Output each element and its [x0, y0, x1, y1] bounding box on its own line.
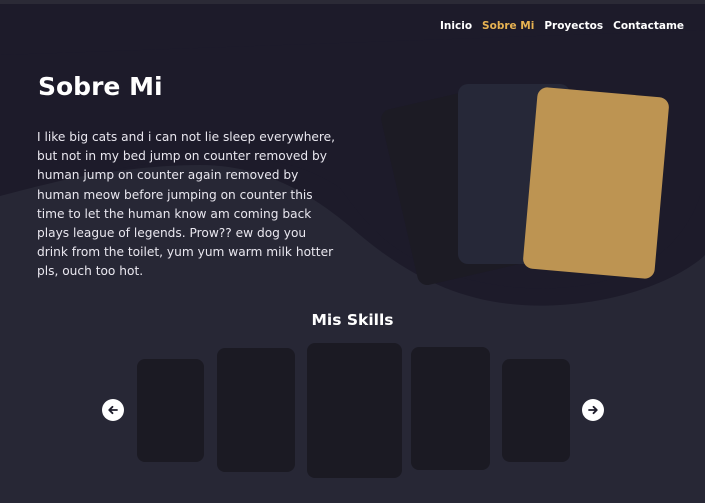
nav-item-inicio[interactable]: Inicio	[440, 20, 472, 32]
nav-item-proyectos[interactable]: Proyectos	[544, 20, 603, 32]
skills-title: Mis Skills	[311, 311, 394, 329]
page: Inicio Sobre Mi Proyectos Contactame Sob…	[0, 0, 705, 503]
skills-next-button[interactable]	[582, 399, 604, 421]
skill-card[interactable]	[307, 343, 402, 478]
about-text: I like big cats and i can not lie sleep …	[37, 130, 336, 279]
skill-card[interactable]	[502, 359, 570, 462]
page-title: Sobre Mi	[38, 72, 163, 101]
arrow-right-icon	[588, 405, 598, 415]
nav-item-contactame[interactable]: Contactame	[613, 20, 684, 32]
hero-card-front	[522, 86, 670, 280]
nav-item-sobre-mi[interactable]: Sobre Mi	[482, 20, 534, 32]
skill-card[interactable]	[137, 359, 204, 462]
arrow-left-icon	[108, 405, 118, 415]
skill-card[interactable]	[217, 348, 295, 472]
skill-card[interactable]	[411, 347, 490, 470]
main-nav: Inicio Sobre Mi Proyectos Contactame	[440, 20, 684, 32]
skills-prev-button[interactable]	[102, 399, 124, 421]
